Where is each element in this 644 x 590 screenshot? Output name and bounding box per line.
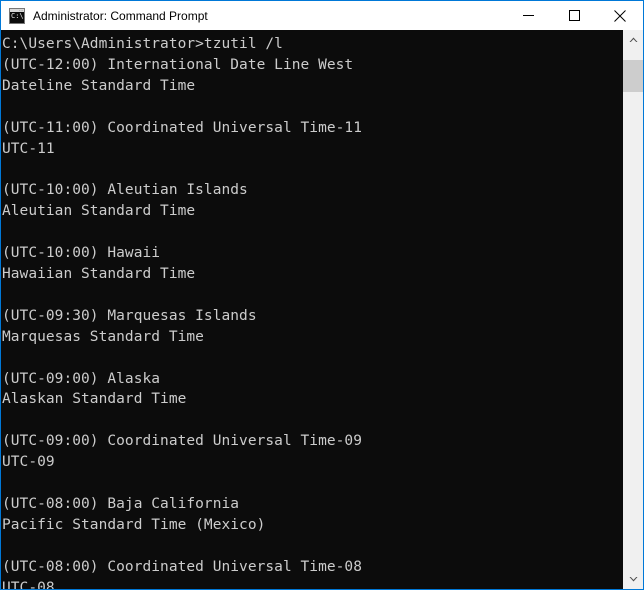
close-icon (614, 9, 626, 22)
scroll-down-button[interactable] (623, 569, 643, 589)
scrollbar-thumb[interactable] (623, 60, 643, 92)
minimize-icon (522, 15, 534, 16)
console-client-area: C:\Users\Administrator>tzutil /l (UTC-12… (1, 30, 643, 589)
scroll-up-icon (629, 37, 637, 42)
maximize-icon (568, 10, 580, 21)
vertical-scrollbar[interactable] (623, 30, 643, 589)
command-prompt-icon: ··· C:\ (9, 7, 25, 24)
maximize-button[interactable] (551, 1, 597, 30)
console-output[interactable]: C:\Users\Administrator>tzutil /l (UTC-12… (1, 30, 623, 589)
minimize-button[interactable] (505, 1, 551, 30)
window-titlebar[interactable]: ··· C:\ Administrator: Command Prompt (1, 1, 643, 30)
command-prompt-window: ··· C:\ Administrator: Command Prompt C:… (0, 0, 644, 590)
scroll-down-icon (629, 577, 637, 582)
window-controls (505, 1, 643, 30)
icon-prompt-glyph: C:\ (11, 11, 24, 20)
window-title: Administrator: Command Prompt (33, 8, 208, 23)
close-button[interactable] (597, 1, 643, 30)
scroll-up-button[interactable] (623, 30, 643, 50)
scrollbar-track[interactable] (623, 50, 643, 569)
